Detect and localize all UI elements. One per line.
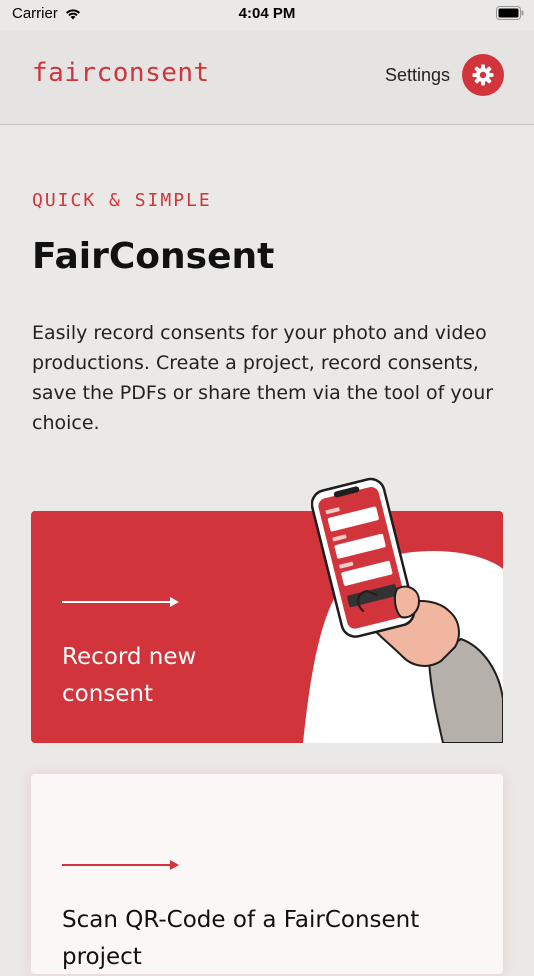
record-consent-label[interactable]: Record new consent	[62, 639, 262, 713]
record-consent-card[interactable]: Record new consent	[31, 477, 503, 743]
battery-icon	[496, 6, 524, 20]
intro-description: Easily record consents for your photo an…	[32, 322, 494, 434]
scan-qr-label[interactable]: Scan QR-Code of a FairConsent project	[62, 902, 462, 976]
clock: 4:04 PM	[238, 5, 296, 22]
status-bar: Carrier 4:04 PM	[0, 0, 534, 30]
settings-label[interactable]: Settings	[385, 65, 450, 86]
gear-icon	[472, 64, 494, 86]
settings-group[interactable]: Settings	[385, 54, 504, 96]
brand-logo: fairconsent	[32, 58, 210, 88]
eyebrow-label: QUICK & SIMPLE	[32, 190, 212, 211]
page-title: FairConsent	[32, 236, 275, 277]
arrow-right-icon	[62, 597, 179, 607]
settings-button[interactable]	[462, 54, 504, 96]
scan-qr-card[interactable]: Scan QR-Code of a FairConsent project	[31, 774, 503, 974]
nav-bar: fairconsent Settings	[0, 30, 534, 125]
phone-hand-illustration	[311, 477, 503, 743]
arrow-right-icon	[62, 860, 179, 870]
